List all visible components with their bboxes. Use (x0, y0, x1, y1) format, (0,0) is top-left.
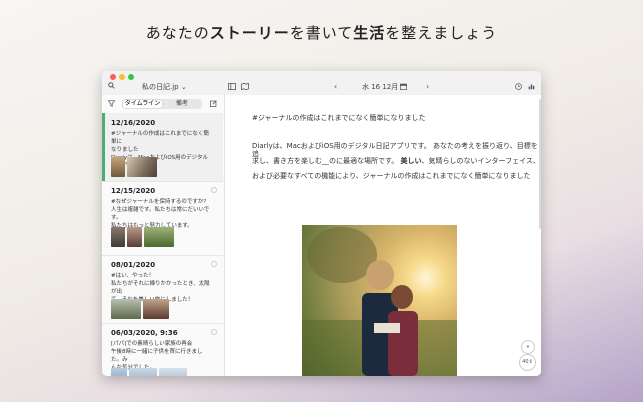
entry-line: #はい、やった！ (111, 273, 155, 279)
entry-preview: #なぜジャーナルを保持するのですか? 人生は複雑です。私たちは常にだいいです。 … (111, 198, 211, 230)
headline: あなたのストーリーを書いて生活を整えましょう (0, 22, 643, 43)
entry-line: #ジャーナルの作成はこれまでになく簡単に (111, 131, 209, 145)
new-entry-icon[interactable] (210, 100, 217, 109)
headline-part2: ストーリー (209, 24, 290, 42)
photo-thumbnail[interactable] (111, 157, 125, 177)
entry-date: 08/01/2020 (111, 261, 156, 269)
entry-line: 人生は複雑です。私たちは常にだいいです。 (111, 207, 210, 221)
headline-part4: 生活 (353, 24, 386, 42)
app-window: 私の日記.jp ⌄ ‹ 水 16 12月 › タイムライン 備考 12/16/2… (102, 71, 541, 376)
list-item[interactable]: 06/03/2020, 9:36 [パパ]での素晴らしい家族の再会 午後8時に一… (102, 323, 223, 376)
search-icon[interactable] (108, 82, 115, 91)
list-item[interactable]: 12/15/2020 #なぜジャーナルを保持するのですか? 人生は複雑です。私た… (102, 181, 223, 256)
journal-selector[interactable]: 私の日記.jp ⌄ (142, 83, 187, 91)
entry-text: 、気晴らしのないインターフェイス、 (421, 157, 540, 165)
photo-thumbnail[interactable] (111, 227, 125, 247)
previous-day-icon[interactable]: ‹ (334, 83, 337, 91)
minimize-window-button[interactable] (119, 74, 125, 80)
scrollbar[interactable] (539, 99, 541, 229)
list-item[interactable]: 08/01/2020 #はい、やった！ 私たちがそれに挿りかかったとき、太陽が出… (102, 255, 223, 324)
photo-thumbnail[interactable] (111, 368, 127, 376)
word-count-badge[interactable]: 40↕ (519, 354, 536, 371)
titlebar: 私の日記.jp ⌄ ‹ 水 16 12月 › (102, 71, 541, 96)
headline-part5: を整えましょう (385, 24, 498, 42)
view-segmented-control: タイムライン 備考 (122, 99, 202, 109)
entry-heading: #ジャーナルの作成はこれまでになく簡単になりました (252, 114, 426, 122)
calendar-icon[interactable] (400, 83, 407, 92)
entry-line: 私たちがそれに挿りかかったとき、太陽が出 (111, 281, 210, 295)
entry-preview: #ジャーナルの作成はこれまでになく簡単に なりました Diarlyは、Macおよ… (111, 130, 211, 170)
entries-sidebar: タイムライン 備考 12/16/2020 #ジャーナルの作成はこれまでになく簡単… (102, 95, 225, 376)
next-day-icon[interactable]: › (426, 83, 429, 91)
photo-thumbnail[interactable] (111, 299, 141, 319)
headline-part1: あなたの (145, 24, 210, 42)
close-window-button[interactable] (110, 74, 116, 80)
map-icon[interactable] (241, 82, 249, 92)
entry-date: 12/15/2020 (111, 187, 156, 195)
photo-thumbnail[interactable] (129, 368, 157, 376)
entry-bold-text: 美しい (400, 157, 422, 165)
entry-date: 06/03/2020, 9:36 (111, 329, 178, 337)
entry-text: 求し、書き方を楽しむ__のに最適な場所です。 (252, 157, 401, 165)
entry-line: 午後8時に一緒に子供を買に行きました。み (111, 349, 203, 363)
journal-name: 私の日記.jp (142, 83, 179, 91)
entry-line: #なぜジャーナルを保持するのですか? (111, 199, 207, 205)
entry-status-icon (211, 187, 217, 193)
entry-line: なりました (111, 147, 139, 153)
list-item[interactable]: 12/16/2020 #ジャーナルの作成はこれまでになく簡単に なりました Di… (102, 113, 223, 182)
selected-indicator (102, 113, 105, 181)
tab-timeline[interactable]: タイムライン (123, 100, 162, 108)
entry-date: 12/16/2020 (111, 119, 156, 127)
photo-thumbnail[interactable] (159, 368, 187, 376)
photo-thumbnail[interactable] (127, 157, 157, 177)
current-date: 水 16 12月 (362, 83, 399, 91)
entry-paragraph-line: 求し、書き方を楽しむ__のに最適な場所です。 美しい、気晴らしのないインターフェ… (252, 157, 540, 165)
entry-line: Diarlyは、MacおよびiOS用のデジタル日記ア (111, 155, 209, 169)
entry-status-icon (211, 261, 217, 267)
photo-thumbnail[interactable] (143, 299, 169, 319)
tab-notes[interactable]: 備考 (162, 99, 202, 109)
entry-status-icon (211, 329, 217, 335)
entry-line: [パパ]での素晴らしい家族の再会 (111, 341, 193, 347)
photo-thumbnail[interactable] (144, 227, 174, 247)
add-attachment-icon[interactable]: + (521, 340, 535, 354)
headline-part3: を書いて (289, 24, 354, 42)
statistics-icon[interactable] (528, 83, 535, 92)
chevron-down-icon: ⌄ (180, 83, 187, 91)
entry-photo[interactable] (302, 225, 457, 376)
entry-editor[interactable]: #ジャーナルの作成はこれまでになく簡単になりました Diarlyは、Macおよび… (225, 95, 541, 376)
clock-icon[interactable] (515, 83, 522, 92)
sidebar-toggle-icon[interactable] (228, 83, 236, 92)
photo-thumbnail[interactable] (127, 227, 142, 247)
entry-paragraph-line: および必要なすべての機能により、ジャーナルの作成はこれまでになく簡単になりました (252, 172, 531, 180)
zoom-window-button[interactable] (128, 74, 134, 80)
filter-icon[interactable] (107, 100, 116, 109)
entry-paragraph-line: Diarlyは、MacおよびiOS用のデジタル日記アプリです。 あなたの考えを振… (252, 142, 538, 158)
